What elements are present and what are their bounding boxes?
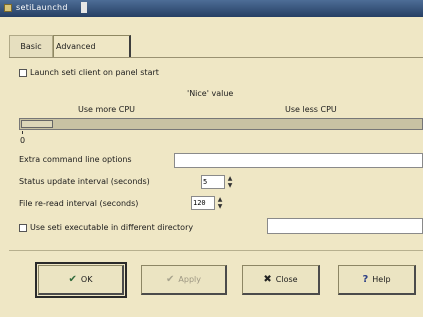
spinner-arrows-icon[interactable]: ▲ ▼ <box>226 175 234 189</box>
extra-options-input[interactable] <box>174 153 423 168</box>
less-cpu-label: Use less CPU <box>285 105 337 114</box>
apply-button[interactable]: ✔ Apply <box>141 265 227 295</box>
spinner-arrows-icon[interactable]: ▲ ▼ <box>216 196 224 210</box>
use-exec-label: Use seti executable in different directo… <box>30 223 194 232</box>
question-icon: ? <box>362 273 369 285</box>
app-icon <box>4 4 12 12</box>
nice-slider[interactable] <box>19 118 423 130</box>
ok-button-label: OK <box>80 275 93 284</box>
status-interval-input[interactable] <box>201 175 225 189</box>
use-exec-checkbox[interactable] <box>19 224 27 232</box>
footer-divider <box>9 250 423 251</box>
extra-options-label: Extra command line options <box>19 155 132 164</box>
use-exec-input[interactable] <box>267 218 423 234</box>
launch-on-start-checkbox[interactable] <box>19 69 27 77</box>
file-reread-label: File re-read interval (seconds) <box>19 199 139 208</box>
tab-divider <box>9 57 423 58</box>
file-reread-spinner[interactable]: ▲▼ <box>191 196 224 210</box>
tab-basic[interactable]: Basic <box>9 35 53 57</box>
status-interval-spinner[interactable]: ▲▼ <box>201 175 234 189</box>
close-x-icon: ✖ <box>263 273 272 285</box>
nice-value-label: 'Nice' value <box>187 89 234 98</box>
more-cpu-label: Use more CPU <box>78 105 136 114</box>
tab-advanced[interactable]: Advanced <box>53 35 131 57</box>
launch-on-start-label: Launch seti client on panel start <box>30 68 159 77</box>
close-button-label: Close <box>275 275 298 284</box>
apply-button-label: Apply <box>178 275 201 284</box>
help-button[interactable]: ? Help <box>338 265 416 295</box>
window-titlebar[interactable]: setiLaunchd <box>0 0 423 17</box>
title-tab-edge <box>81 2 87 13</box>
close-button[interactable]: ✖ Close <box>242 265 320 295</box>
nice-value-readout: 0 <box>20 136 26 145</box>
ok-button[interactable]: ✔ OK <box>35 262 127 298</box>
status-interval-label: Status update interval (seconds) <box>19 177 150 186</box>
checkmark-icon: ✔ <box>68 273 77 285</box>
window-title: setiLaunchd <box>16 3 68 12</box>
file-reread-input[interactable] <box>191 196 215 210</box>
checkmark-icon: ✔ <box>166 273 175 285</box>
nice-slider-handle[interactable] <box>21 120 53 128</box>
help-button-label: Help <box>372 275 391 284</box>
slider-tick <box>22 131 23 134</box>
